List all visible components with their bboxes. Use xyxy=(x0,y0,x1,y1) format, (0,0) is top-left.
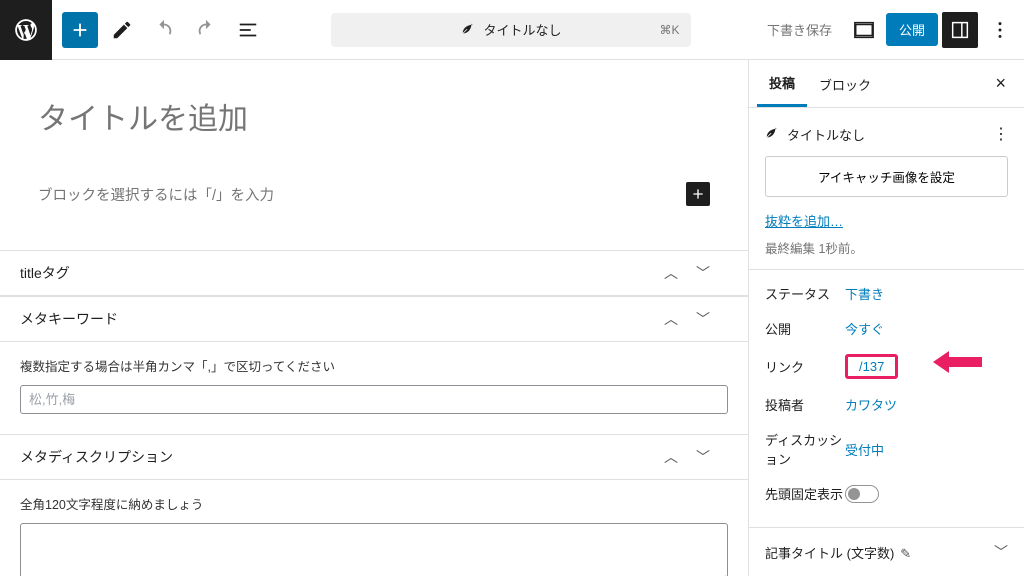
sidebar-tabs: 投稿 ブロック × xyxy=(749,60,1024,108)
description-hint: 全角120文字程度に納めましょう xyxy=(20,494,728,513)
collapse-icon[interactable]: ︿ xyxy=(664,263,678,283)
collapse-icon[interactable]: ︿ xyxy=(664,447,678,467)
undo-button[interactable] xyxy=(146,12,182,48)
author-value[interactable]: カワタツ xyxy=(845,395,897,414)
tab-block[interactable]: ブロック xyxy=(807,62,883,106)
discussion-label: ディスカッション xyxy=(765,430,845,468)
expand-icon[interactable]: ﹀ xyxy=(696,447,710,467)
add-block-button[interactable] xyxy=(62,12,98,48)
sidebar-doc-title: タイトルなし xyxy=(787,125,865,144)
panel-article-title[interactable]: 記事タイトル (文字数) ✎ ﹀ xyxy=(749,528,1024,576)
redo-button[interactable] xyxy=(188,12,224,48)
expand-icon[interactable]: ﹀ xyxy=(696,263,710,283)
sticky-label: 先頭固定表示 xyxy=(765,484,845,503)
wordpress-logo[interactable] xyxy=(0,0,52,60)
section-titletag[interactable]: titleタグ ︿ ﹀ xyxy=(0,251,748,296)
post-title-input[interactable]: タイトルを追加 xyxy=(38,94,710,138)
discussion-value[interactable]: 受付中 xyxy=(845,440,884,459)
expand-icon[interactable]: ﹀ xyxy=(696,309,710,329)
pencil-icon: ✎ xyxy=(900,546,911,561)
status-value[interactable]: 下書き xyxy=(845,284,884,303)
publish-button[interactable]: 公開 xyxy=(886,13,938,46)
close-sidebar-button[interactable]: × xyxy=(985,63,1016,104)
default-block-prompt[interactable]: ブロックを選択するには「/」を入力 xyxy=(38,184,274,205)
tools-button[interactable] xyxy=(104,12,140,48)
section-keywords-label: メタキーワード xyxy=(20,309,118,329)
visibility-label: 公開 xyxy=(765,319,845,338)
save-draft-button[interactable]: 下書き保存 xyxy=(757,14,842,45)
link-label: リンク xyxy=(765,357,845,376)
keywords-input[interactable] xyxy=(20,385,728,414)
description-textarea[interactable] xyxy=(20,523,728,576)
post-actions-menu[interactable]: ⋮ xyxy=(993,124,1008,144)
visibility-value[interactable]: 今すぐ xyxy=(845,319,884,338)
sticky-toggle[interactable] xyxy=(845,485,879,503)
section-keywords[interactable]: メタキーワード ︿ ﹀ xyxy=(0,296,748,342)
settings-sidebar: 投稿 ブロック × タイトルなし ⋮ アイキャッチ画像を設定 抜粋を追加… 最終… xyxy=(748,60,1024,576)
editor-topbar: タイトルなし ⌘K 下書き保存 公開 xyxy=(0,0,1024,60)
annotation-arrow xyxy=(933,351,982,373)
add-excerpt-link[interactable]: 抜粋を追加… xyxy=(749,211,859,238)
feather-icon xyxy=(765,127,779,141)
permalink-value[interactable]: /137 xyxy=(845,354,898,379)
kbd-hint: ⌘K xyxy=(659,23,679,37)
collapse-icon[interactable]: ︿ xyxy=(664,309,678,329)
settings-panel-toggle[interactable] xyxy=(942,12,978,48)
section-description[interactable]: メタディスクリプション ︿ ﹀ xyxy=(0,435,748,480)
section-description-label: メタディスクリプション xyxy=(20,447,173,467)
status-label: ステータス xyxy=(765,284,845,303)
document-switcher[interactable]: タイトルなし ⌘K xyxy=(331,13,691,47)
keywords-hint: 複数指定する場合は半角カンマ「,」で区切ってください xyxy=(20,356,728,375)
document-title: タイトルなし xyxy=(483,20,561,39)
feather-icon xyxy=(461,23,475,37)
section-titletag-label: titleタグ xyxy=(20,263,70,283)
last-edited-text: 最終編集 1秒前。 xyxy=(749,238,1024,269)
set-featured-image-button[interactable]: アイキャッチ画像を設定 xyxy=(765,156,1008,197)
document-overview-button[interactable] xyxy=(230,12,266,48)
chevron-down-icon: ﹀ xyxy=(994,542,1008,562)
editor-canvas: タイトルを追加 ブロックを選択するには「/」を入力 titleタグ ︿ ﹀ メタキ… xyxy=(0,60,748,576)
append-block-button[interactable] xyxy=(686,182,710,206)
wordpress-icon xyxy=(13,17,39,43)
panel-article-title-label: 記事タイトル (文字数) xyxy=(765,546,894,561)
preview-button[interactable] xyxy=(846,12,882,48)
tab-post[interactable]: 投稿 xyxy=(757,60,807,107)
more-menu-button[interactable] xyxy=(982,12,1018,48)
author-label: 投稿者 xyxy=(765,395,845,414)
